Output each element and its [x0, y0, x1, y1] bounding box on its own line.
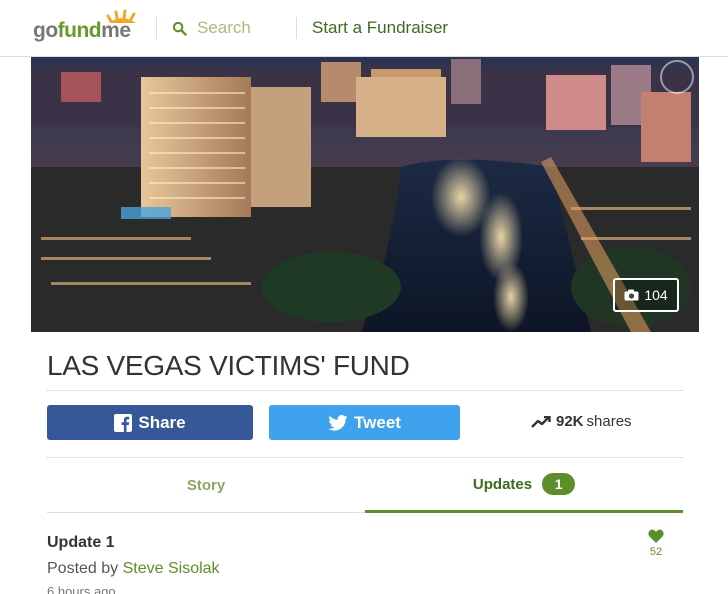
heart-icon	[648, 529, 664, 543]
shares-count: 92K shares	[531, 413, 632, 430]
photo-count-button[interactable]: 104	[613, 278, 679, 312]
update-timestamp: 6 hours ago	[47, 584, 116, 594]
posted-by-prefix: Posted by	[47, 560, 119, 577]
update-byline: Posted by Steve Sisolak	[47, 560, 220, 578]
tab-updates[interactable]: Updates 1	[365, 458, 683, 513]
shares-label: shares	[586, 413, 632, 430]
share-label: Share	[138, 412, 186, 432]
campaign-hero-image[interactable]: 104	[31, 57, 699, 332]
tab-story[interactable]: Story	[47, 458, 365, 513]
trending-icon	[531, 415, 551, 428]
photo-count-value: 104	[644, 287, 668, 303]
divider	[47, 390, 683, 391]
top-navigation: gofundme Start a Fundraiser	[0, 0, 728, 57]
tweet-button[interactable]: Tweet	[269, 405, 460, 440]
header-divider	[156, 17, 157, 39]
shares-number: 92K	[556, 413, 584, 430]
camera-icon	[624, 289, 639, 301]
las-vegas-photo	[31, 57, 699, 332]
updates-count-badge: 1	[542, 473, 576, 495]
facebook-icon	[114, 413, 133, 432]
header-divider	[296, 17, 297, 39]
tweet-label: Tweet	[354, 412, 401, 432]
search-box[interactable]	[172, 17, 297, 39]
twitter-icon	[328, 414, 348, 431]
gofundme-logo[interactable]: gofundme	[33, 9, 143, 45]
campaign-title: LAS VEGAS VICTIMS' FUND	[47, 350, 410, 381]
facebook-share-button[interactable]: Share	[47, 405, 253, 440]
like-count: 52	[649, 546, 663, 558]
start-fundraiser-link[interactable]: Start a Fundraiser	[312, 18, 448, 38]
search-icon	[172, 21, 187, 36]
update-title: Update 1	[47, 534, 115, 551]
like-button[interactable]: 52	[646, 529, 666, 558]
campaign-card: LAS VEGAS VICTIMS' FUND Share Tweet 92K …	[31, 332, 699, 594]
search-input[interactable]	[197, 18, 297, 38]
author-link[interactable]: Steve Sisolak	[123, 560, 220, 577]
tab-story-label: Story	[186, 476, 226, 494]
logo-part-go: go	[33, 19, 58, 42]
logo-part-fund: fund	[57, 19, 102, 42]
tab-updates-label: Updates	[472, 475, 533, 493]
logo-part-me: me	[101, 19, 131, 42]
logo-wordmark: gofundme	[33, 19, 131, 43]
